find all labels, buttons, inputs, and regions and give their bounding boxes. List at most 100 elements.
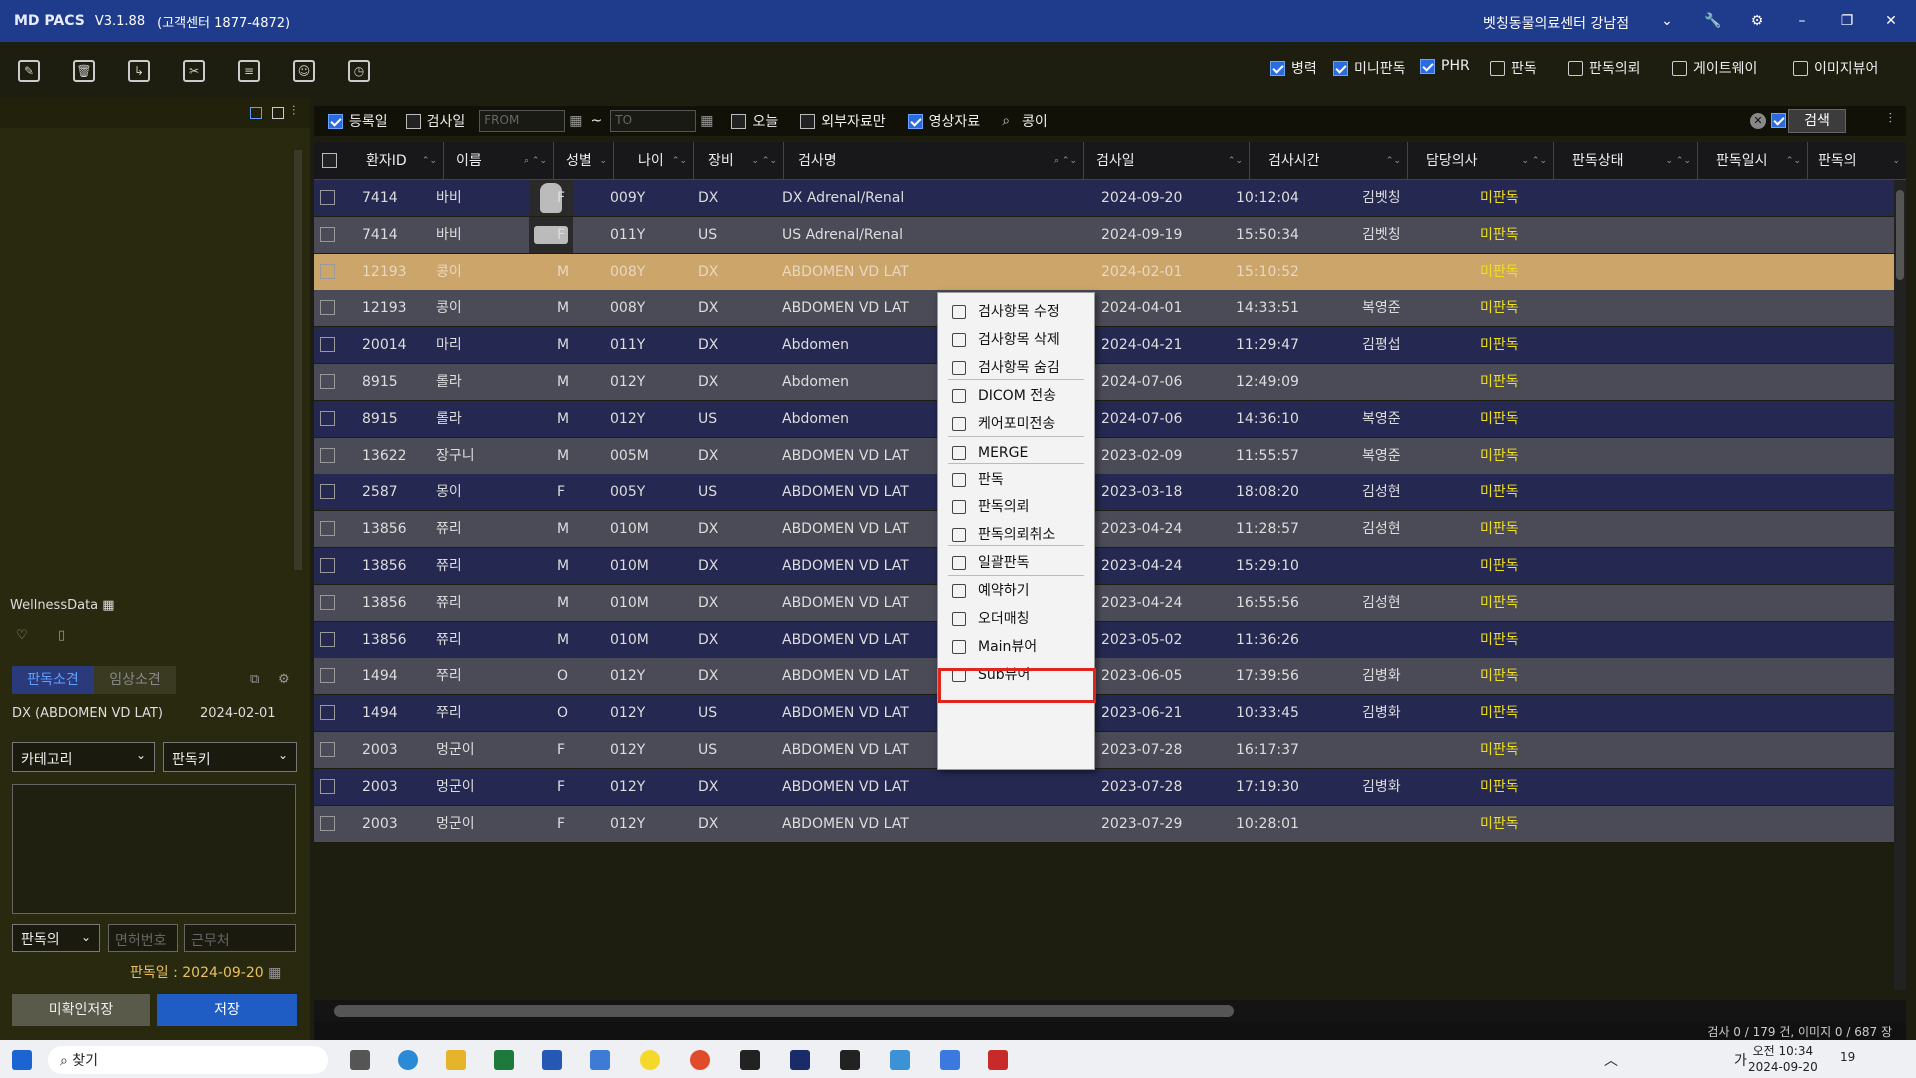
menu-batch-read[interactable]: 일괄판독 <box>938 548 1094 578</box>
table-row[interactable]: 2587 몽이 F 005Y US ABDOMEN VD LAT 2023-03-18 18:… <box>314 474 1894 511</box>
grid-view-icon[interactable] <box>250 107 262 119</box>
findings-gear-icon[interactable]: ⚙ <box>278 672 290 687</box>
settings-sliders-icon[interactable]: ⫶ <box>292 104 295 119</box>
table-row[interactable]: 2003 멍군이 F 012Y DX ABDOMEN VD LAT 2023-07-28 17… <box>314 768 1894 805</box>
table-row[interactable]: 13856 쮸리 M 010M DX ABDOMEN VD LAT 2023-04-24 15… <box>314 548 1894 584</box>
menu-cancel-read-request[interactable]: 판독의뢰취소 <box>938 520 1094 550</box>
hospital-selector[interactable]: 벳칭동물의료센터 강남점 <box>1483 13 1629 33</box>
import-icon[interactable]: ↳ <box>128 60 150 82</box>
menu-main-viewer[interactable]: Main뷰어 <box>938 632 1094 662</box>
read-request-button[interactable]: 판독의뢰 <box>1568 58 1641 78</box>
heart-icon[interactable]: ♡ <box>16 628 28 643</box>
table-row[interactable]: 2003 멍군이 F 012Y US ABDOMEN VD LAT 2023-07-28 16… <box>314 732 1894 768</box>
wrench-icon[interactable]: 🔧 <box>1704 12 1722 30</box>
left-pane-scrollbar[interactable] <box>294 150 302 570</box>
row-checkbox[interactable] <box>320 558 335 573</box>
row-checkbox[interactable] <box>320 374 335 389</box>
close-icon[interactable]: ✕ <box>1882 12 1900 30</box>
row-checkbox[interactable] <box>320 190 335 205</box>
menu-merge[interactable]: MERGE <box>938 438 1094 468</box>
row-checkbox[interactable] <box>320 447 335 463</box>
file-explorer-icon[interactable] <box>446 1050 466 1070</box>
table-row[interactable]: 13856 쮸리 M 010M DX ABDOMEN VD LAT 2023-04-24 11… <box>314 511 1894 548</box>
table-row[interactable]: 1494 쭈리 O 012Y DX ABDOMEN VD LAT 2023-06-05 17:… <box>314 658 1894 695</box>
col-doctor[interactable]: 담당의사 ⌄ ⌃⌄ <box>1408 142 1554 180</box>
row-checkbox[interactable] <box>320 631 335 647</box>
license-number-input[interactable]: 면허번호 <box>108 924 178 952</box>
col-modality[interactable]: 장비 ⌄ ⌃⌄ <box>694 142 784 180</box>
reg-date-checkbox[interactable] <box>328 113 343 129</box>
row-checkbox[interactable] <box>320 778 335 794</box>
notion-icon[interactable] <box>840 1050 860 1070</box>
table-vertical-scrollbar[interactable] <box>1894 180 1906 990</box>
findings-textarea[interactable] <box>12 784 296 914</box>
menu-dicom-send[interactable]: DICOM 전송 <box>938 381 1094 411</box>
table-row[interactable]: 13622 장구니 M 005M DX ABDOMEN VD LAT 2023-02-09 1… <box>314 437 1894 474</box>
table-icon[interactable]: ▦ <box>102 598 114 613</box>
row-checkbox[interactable] <box>320 742 335 757</box>
col-read-status[interactable]: 판독상태 ⌄ ⌃⌄ <box>1554 142 1698 180</box>
taskbar-search[interactable]: ⌕ 찾기 <box>48 1046 328 1074</box>
notification-count[interactable]: 19 <box>1840 1050 1855 1064</box>
row-checkbox[interactable] <box>320 410 335 426</box>
kakaotalk-icon[interactable] <box>640 1050 660 1070</box>
search-icon[interactable]: ⌕ <box>1002 113 1010 129</box>
row-checkbox[interactable] <box>320 337 335 353</box>
select-all-checkbox[interactable] <box>322 153 337 168</box>
taskbar-clock[interactable]: 오전 10:34 2024-09-20 <box>1748 1043 1818 1075</box>
calendar-icon[interactable]: ▦ <box>569 113 582 129</box>
unconfirmed-save-button[interactable]: 미확인저장 <box>12 994 150 1026</box>
search-input[interactable]: 콩이 <box>1022 111 1048 131</box>
menu-read[interactable]: 판독 <box>938 465 1094 495</box>
table-row[interactable]: 7414 바비 F 009Y DX DX Adrenal/Renal 2024-09-20 1… <box>314 180 1894 216</box>
menu-delete-exam[interactable]: 검사항목 삭제 <box>938 325 1094 355</box>
tab-read-findings[interactable]: 판독소견 <box>12 666 94 694</box>
table-row[interactable]: 8915 롤라 M 012Y US Abdomen 2024-07-06 14:36:10 복영… <box>314 400 1894 437</box>
app-icon[interactable] <box>988 1050 1008 1070</box>
read-button[interactable]: 판독 <box>1490 58 1537 78</box>
phr-checkbox[interactable] <box>1420 58 1435 74</box>
byeongryeok-checkbox[interactable] <box>1270 60 1285 76</box>
col-name[interactable]: 이름 ⌕ ⌃⌄ <box>444 142 554 180</box>
excel-icon[interactable] <box>494 1050 514 1070</box>
menu-hide-exam[interactable]: 검사항목 숨김 <box>938 353 1094 383</box>
mini-read-toggle[interactable]: 미니판독 <box>1333 58 1406 78</box>
menu-careform-send[interactable]: 케어포미전송 <box>938 409 1094 439</box>
table-row[interactable]: 1494 쭈리 O 012Y US ABDOMEN VD LAT 2023-06-21 10:… <box>314 695 1894 732</box>
read-key-dropdown[interactable]: 판독키 ⌄ <box>163 742 297 772</box>
notion-icon[interactable] <box>740 1050 760 1070</box>
row-checkbox[interactable] <box>320 705 335 721</box>
word-icon[interactable] <box>542 1050 562 1070</box>
gear-icon[interactable]: ⚙ <box>1748 12 1766 30</box>
user-icon[interactable]: ☺ <box>293 60 315 82</box>
restore-icon[interactable]: ❐ <box>1838 12 1856 30</box>
menu-read-request[interactable]: 판독의뢰 <box>938 492 1094 522</box>
edge-icon[interactable] <box>398 1050 418 1070</box>
edit-icon[interactable]: ✎ <box>18 60 40 82</box>
byeongryeok-toggle[interactable]: 병력 <box>1270 58 1317 78</box>
external-only-checkbox[interactable] <box>800 113 816 129</box>
row-checkbox[interactable] <box>320 668 335 684</box>
from-date-input[interactable]: FROM <box>479 110 566 132</box>
app-icon[interactable] <box>890 1050 910 1070</box>
app-icon[interactable] <box>940 1050 960 1070</box>
tab-clinical-findings[interactable]: 임상소견 <box>94 666 176 694</box>
col-exam-name[interactable]: 검사명 ⌕ ⌃⌄ <box>784 142 1084 180</box>
category-dropdown[interactable]: 카테고리 ⌄ <box>12 742 155 772</box>
hospital-dropdown-icon[interactable]: ⌄ <box>1658 12 1676 30</box>
app-icon[interactable] <box>690 1050 710 1070</box>
clear-search-icon[interactable]: ✕ <box>1750 113 1766 129</box>
history-icon[interactable]: ◷ <box>348 60 370 82</box>
search-button[interactable]: 검색 <box>1788 109 1846 133</box>
scroll-thumb[interactable] <box>334 1005 1234 1017</box>
row-checkbox[interactable] <box>320 815 335 831</box>
gateway-button[interactable]: 게이트웨이 <box>1672 58 1757 78</box>
menu-reserve[interactable]: 예약하기 <box>938 576 1094 606</box>
exam-date-checkbox[interactable] <box>405 113 421 129</box>
calendar-icon[interactable]: ▦ <box>268 965 281 981</box>
windows-start-icon[interactable] <box>12 1050 32 1070</box>
col-sex[interactable]: 성별 ⌄ <box>554 142 614 180</box>
calendar-icon[interactable]: ▦ <box>700 113 713 129</box>
table-row[interactable]: 13856 쮸리 M 010M DX ABDOMEN VD LAT 2023-05-02 11… <box>314 621 1894 658</box>
app-icon[interactable] <box>790 1050 810 1070</box>
